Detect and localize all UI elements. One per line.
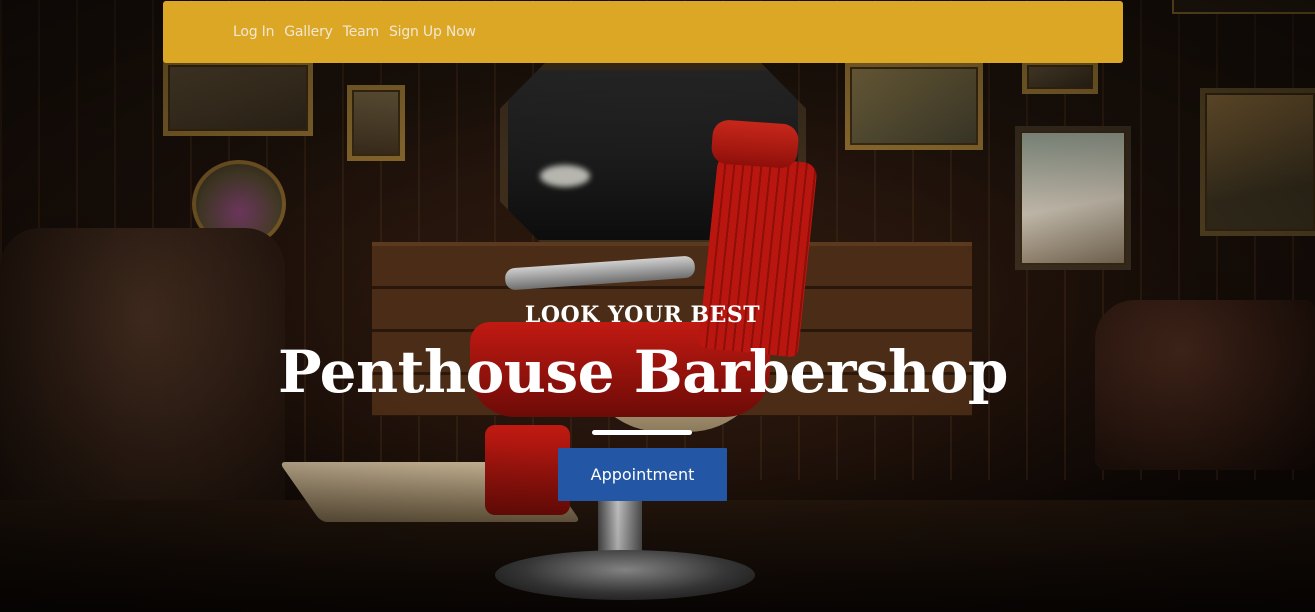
hero-section: Log In Gallery Team Sign Up Now LOOK YOU…: [0, 0, 1315, 612]
appointment-button[interactable]: Appointment: [558, 448, 727, 501]
main-navbar: Log In Gallery Team Sign Up Now: [163, 1, 1123, 63]
hero-headline: Penthouse Barbershop: [278, 338, 1008, 406]
nav-link-signup[interactable]: Sign Up Now: [389, 24, 476, 40]
headline-divider: [592, 430, 692, 435]
nav-link-gallery[interactable]: Gallery: [284, 24, 333, 40]
hero-tagline: LOOK YOUR BEST: [524, 302, 761, 328]
nav-link-team[interactable]: Team: [343, 24, 379, 40]
nav-link-login[interactable]: Log In: [233, 24, 274, 40]
